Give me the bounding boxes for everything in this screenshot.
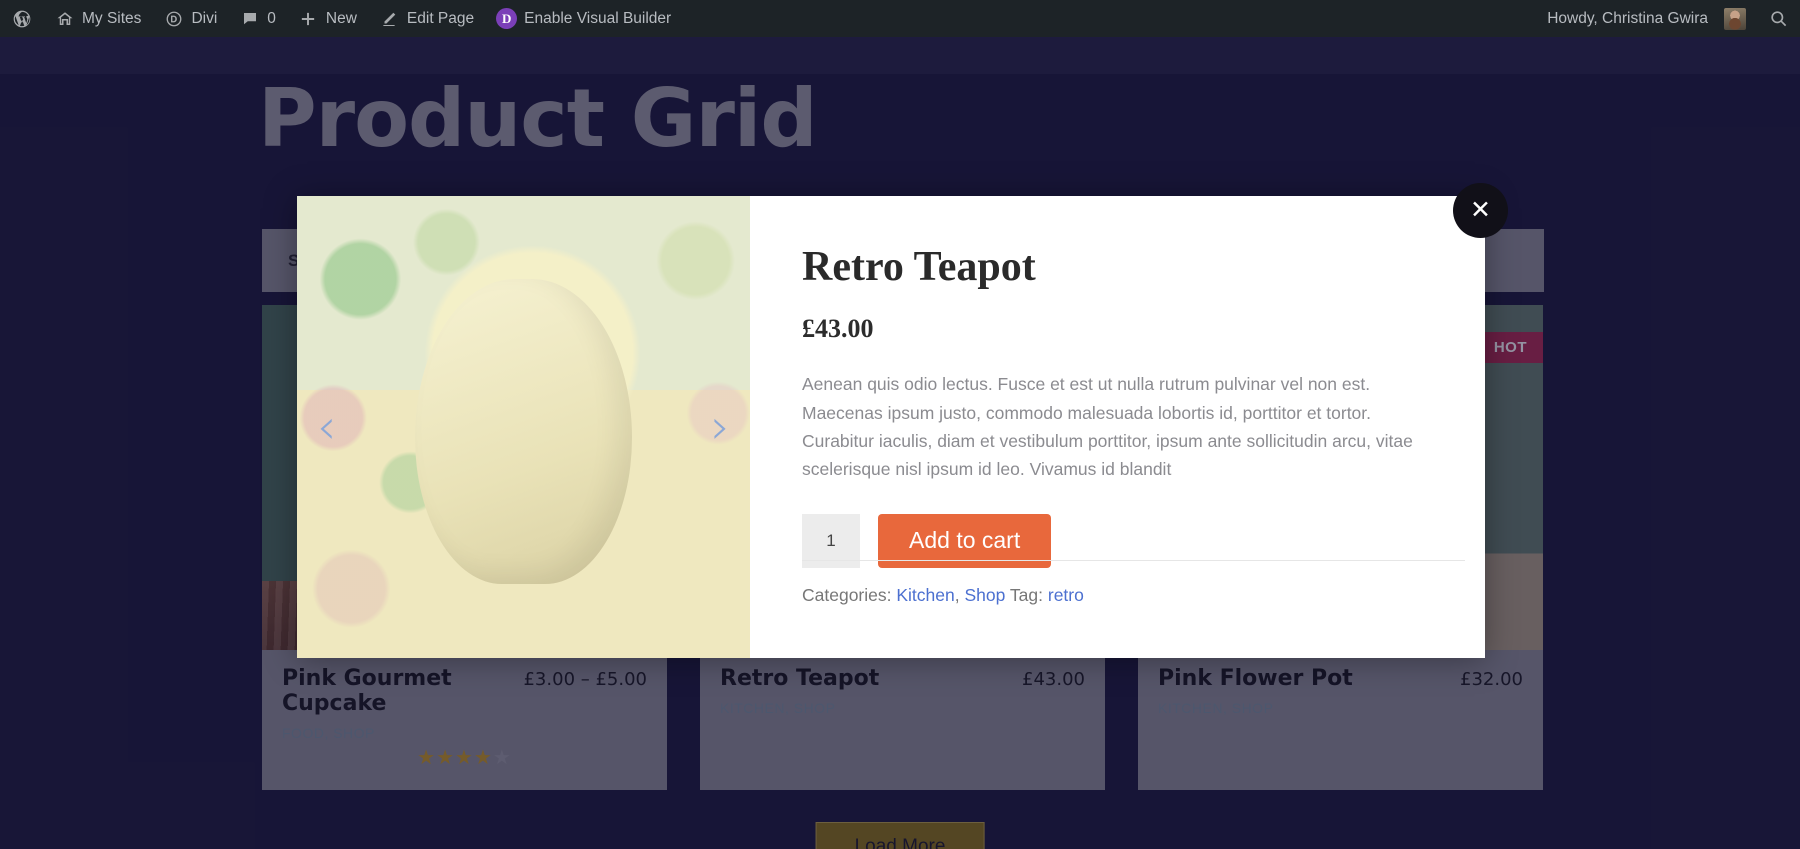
product-details: Retro Teapot £43.00 Aenean quis odio lec… — [750, 196, 1485, 658]
search-button[interactable] — [1757, 0, 1800, 37]
howdy-account-menu[interactable]: Howdy, Christina Gwira — [1536, 0, 1757, 37]
pencil-icon — [379, 8, 400, 29]
product-title: Retro Teapot — [802, 244, 1036, 290]
wordpress-admin-bar: My Sites Divi 0 New Edit Page D Enable V… — [0, 0, 1800, 37]
search-icon — [1768, 8, 1789, 29]
wordpress-logo-icon — [11, 8, 32, 29]
product-description: Aenean quis odio lectus. Fusce et est ut… — [802, 374, 1413, 480]
categories-label: Categories: — [802, 585, 892, 605]
product-price: £43.00 — [802, 314, 874, 344]
divi-icon — [163, 8, 184, 29]
divi-d-icon: D — [496, 8, 518, 29]
chevron-left-icon[interactable]: ‹ — [317, 403, 336, 451]
howdy-label: Howdy, Christina Gwira — [1547, 9, 1708, 27]
product-meta: Categories: Kitchen, Shop Tag: retro — [802, 560, 1465, 606]
sites-icon — [54, 8, 75, 29]
new-content-menu[interactable]: New — [287, 0, 368, 37]
tag-label: Tag: — [1009, 585, 1043, 605]
enable-visual-builder-label: Enable Visual Builder — [524, 9, 672, 27]
avatar — [1724, 7, 1746, 30]
adminbar-right-group: Howdy, Christina Gwira — [1536, 0, 1800, 37]
enable-visual-builder-button[interactable]: D Enable Visual Builder — [485, 0, 682, 37]
page-content: Product Grid SH Pink Gourmet Cupcake £3.… — [0, 37, 1800, 849]
my-sites-menu[interactable]: My Sites — [43, 0, 152, 37]
category-link-shop[interactable]: Shop — [965, 585, 1006, 605]
comments-count: 0 — [267, 9, 276, 27]
category-link-kitchen[interactable]: Kitchen — [896, 585, 954, 605]
comments-menu[interactable]: 0 — [228, 0, 287, 37]
comment-icon — [239, 8, 260, 29]
gallery-photo-teapot — [297, 196, 750, 658]
my-sites-label: My Sites — [82, 9, 142, 27]
tag-link-retro[interactable]: retro — [1048, 585, 1084, 605]
chevron-right-icon[interactable]: › — [711, 403, 730, 451]
edit-page-label: Edit Page — [406, 9, 475, 27]
close-icon[interactable]: ✕ — [1453, 183, 1508, 238]
category-separator: , — [954, 585, 960, 605]
product-gallery[interactable]: ‹ › — [297, 196, 750, 658]
new-label: New — [325, 9, 357, 27]
divi-label: Divi — [191, 9, 218, 27]
divi-menu[interactable]: Divi — [152, 0, 228, 37]
edit-page-button[interactable]: Edit Page — [368, 0, 485, 37]
quick-view-modal: ‹ › Retro Teapot £43.00 Aenean quis odio… — [297, 196, 1485, 658]
plus-icon — [298, 8, 319, 29]
wp-logo-button[interactable] — [0, 0, 43, 37]
